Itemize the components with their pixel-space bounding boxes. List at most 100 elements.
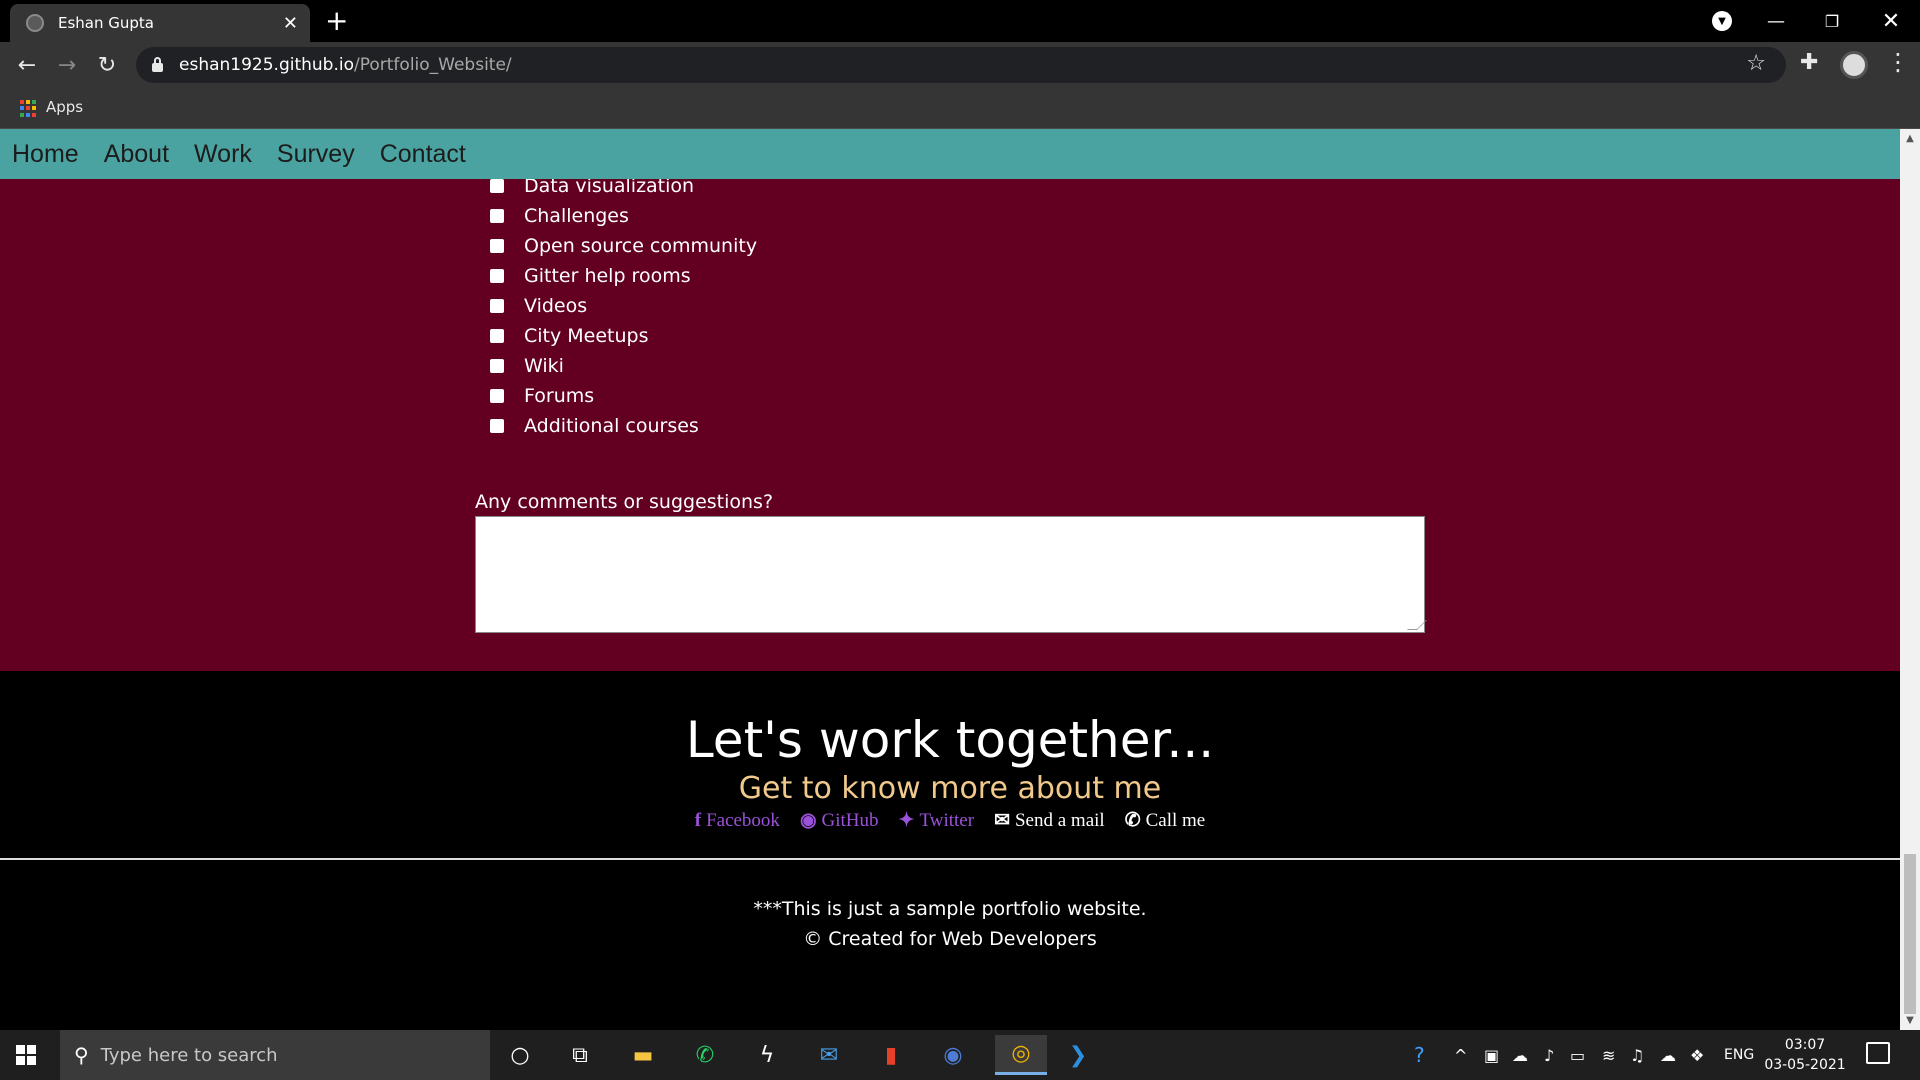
nav-home[interactable]: Home — [12, 140, 79, 169]
app-icon[interactable]: ◉ — [933, 1035, 973, 1075]
comments-textarea[interactable] — [475, 516, 1427, 633]
cloud-upload-icon[interactable]: ☁ — [1660, 1030, 1676, 1080]
checkbox-row[interactable]: Additional courses — [490, 411, 757, 441]
apps-shortcut[interactable]: Apps — [46, 98, 83, 116]
bookmark-star-icon[interactable]: ☆ — [1746, 51, 1766, 76]
nav-contact[interactable]: Contact — [380, 140, 466, 169]
address-bar[interactable]: eshan1925.github.io/Portfolio_Website/ ☆ — [136, 47, 1786, 83]
checkbox-row[interactable]: Forums — [490, 381, 757, 411]
apps-grid-icon[interactable] — [20, 100, 37, 117]
checkbox[interactable] — [490, 329, 504, 343]
browser-toolbar: ← → ↻ eshan1925.github.io/Portfolio_Webs… — [0, 42, 1920, 88]
tab-title: Eshan Gupta — [58, 14, 154, 32]
site-navbar: Home About Work Survey Contact — [0, 129, 1900, 179]
chevron-down-icon: ▼ — [1712, 11, 1732, 31]
start-button[interactable] — [0, 1030, 52, 1080]
tab-close-icon[interactable]: ✕ — [283, 13, 298, 34]
call-me-label: Call me — [1145, 809, 1206, 831]
onedrive-icon[interactable]: ☁ — [1512, 1030, 1528, 1080]
lock-icon — [152, 56, 163, 72]
app-icon[interactable]: ϟ — [747, 1035, 787, 1075]
checkbox-row[interactable]: Challenges — [490, 201, 757, 231]
resize-handle-icon[interactable] — [1407, 620, 1427, 630]
chevron-up-icon[interactable]: ^ — [1454, 1030, 1467, 1080]
checkbox-row[interactable]: Wiki — [490, 351, 757, 381]
wifi-icon[interactable]: ≋ — [1602, 1030, 1615, 1080]
tray-app-icon[interactable]: ▣ — [1484, 1030, 1499, 1080]
extensions-icon[interactable]: ✚ — [1800, 50, 1818, 75]
chrome-icon[interactable]: ◎ — [995, 1035, 1047, 1075]
twitter-link[interactable]: ✦ Twitter — [899, 809, 975, 832]
help-icon[interactable]: ? — [1414, 1030, 1425, 1080]
page-scrollbar[interactable]: ▲ ▼ — [1900, 129, 1920, 1030]
mail-icon[interactable]: ✉ — [809, 1035, 849, 1075]
taskbar-search[interactable]: ⚲ Type here to search — [60, 1030, 490, 1080]
checkbox-row[interactable]: Gitter help rooms — [490, 261, 757, 291]
profile-dropdown-button[interactable]: ▼ — [1708, 0, 1736, 42]
checkbox-row[interactable]: City Meetups — [490, 321, 757, 351]
new-tab-button[interactable]: + — [325, 6, 348, 36]
nav-about[interactable]: About — [104, 140, 169, 169]
battery-icon[interactable]: ▭ — [1570, 1030, 1585, 1080]
checkbox[interactable] — [490, 269, 504, 283]
profile-avatar[interactable] — [1840, 51, 1868, 79]
github-label: GitHub — [821, 809, 879, 831]
checkbox[interactable] — [490, 239, 504, 253]
scroll-down-icon[interactable]: ▼ — [1900, 1015, 1920, 1026]
checkbox-label: Wiki — [524, 355, 564, 377]
call-me-link[interactable]: ✆ Call me — [1125, 809, 1206, 832]
checkbox[interactable] — [490, 299, 504, 313]
footer-disclaimer: ***This is just a sample portfolio websi… — [753, 898, 1147, 920]
footer-copyright: © Created for Web Developers — [803, 928, 1097, 950]
nav-survey[interactable]: Survey — [277, 140, 355, 169]
forward-button[interactable]: → — [52, 50, 82, 80]
vscode-icon[interactable]: ❯ — [1058, 1035, 1098, 1075]
checkbox[interactable] — [490, 359, 504, 373]
checkbox-row[interactable]: Videos — [490, 291, 757, 321]
scroll-up-icon[interactable]: ▲ — [1900, 133, 1920, 144]
checkbox-label: City Meetups — [524, 325, 649, 347]
dropbox-icon[interactable]: ❖ — [1690, 1030, 1704, 1080]
clock-date: 03-05-2021 — [1764, 1057, 1846, 1073]
url-path: /Portfolio_Website/ — [354, 55, 512, 75]
reload-button[interactable]: ↻ — [92, 50, 122, 80]
volume-icon[interactable]: ♫ — [1630, 1030, 1644, 1080]
facebook-label: Facebook — [706, 809, 780, 831]
windows-taskbar: ⚲ Type here to search ○ ⧉ ▬ ✆ ϟ ✉ ▮ ◉ ◎ … — [0, 1030, 1920, 1080]
checkbox[interactable] — [490, 419, 504, 433]
facebook-link[interactable]: f Facebook — [695, 809, 780, 832]
checkbox-row[interactable]: Open source community — [490, 231, 757, 261]
browser-tab-bar: Eshan Gupta ✕ + ▼ — ❐ ✕ — [0, 0, 1920, 42]
task-view-icon[interactable]: ⧉ — [560, 1035, 600, 1075]
browser-tab[interactable]: Eshan Gupta ✕ — [10, 4, 310, 42]
checkbox[interactable] — [490, 209, 504, 223]
microphone-icon[interactable]: ♪ — [1544, 1030, 1554, 1080]
back-button[interactable]: ← — [12, 50, 42, 80]
github-link[interactable]: ◉ GitHub — [800, 809, 879, 832]
cortana-icon[interactable]: ○ — [500, 1035, 540, 1075]
url-host: eshan1925.github.io — [179, 55, 354, 75]
clock[interactable]: 03:07 03-05-2021 — [1760, 1035, 1850, 1075]
search-placeholder: Type here to search — [100, 1044, 278, 1066]
browser-menu-icon[interactable]: ⋮ — [1886, 48, 1910, 76]
notification-center-icon[interactable] — [1866, 1042, 1890, 1064]
footer-divider — [0, 858, 1900, 860]
file-explorer-icon[interactable]: ▬ — [623, 1035, 663, 1075]
office-icon[interactable]: ▮ — [871, 1035, 911, 1075]
nav-work[interactable]: Work — [194, 140, 252, 169]
checkbox-label: Forums — [524, 385, 595, 407]
language-indicator[interactable]: ENG — [1724, 1030, 1754, 1080]
checkbox-label: Gitter help rooms — [524, 265, 691, 287]
search-icon: ⚲ — [74, 1043, 89, 1067]
scroll-thumb[interactable] — [1904, 854, 1916, 1014]
send-mail-label: Send a mail — [1014, 809, 1105, 831]
checkbox[interactable] — [490, 389, 504, 403]
checkbox[interactable] — [490, 179, 504, 193]
maximize-button[interactable]: ❐ — [1812, 0, 1852, 42]
close-window-button[interactable]: ✕ — [1868, 0, 1914, 42]
whatsapp-icon[interactable]: ✆ — [685, 1035, 725, 1075]
globe-icon — [26, 14, 44, 32]
envelope-icon: ✉ — [994, 810, 1010, 831]
send-mail-link[interactable]: ✉ Send a mail — [994, 809, 1105, 832]
minimize-button[interactable]: — — [1756, 0, 1796, 42]
